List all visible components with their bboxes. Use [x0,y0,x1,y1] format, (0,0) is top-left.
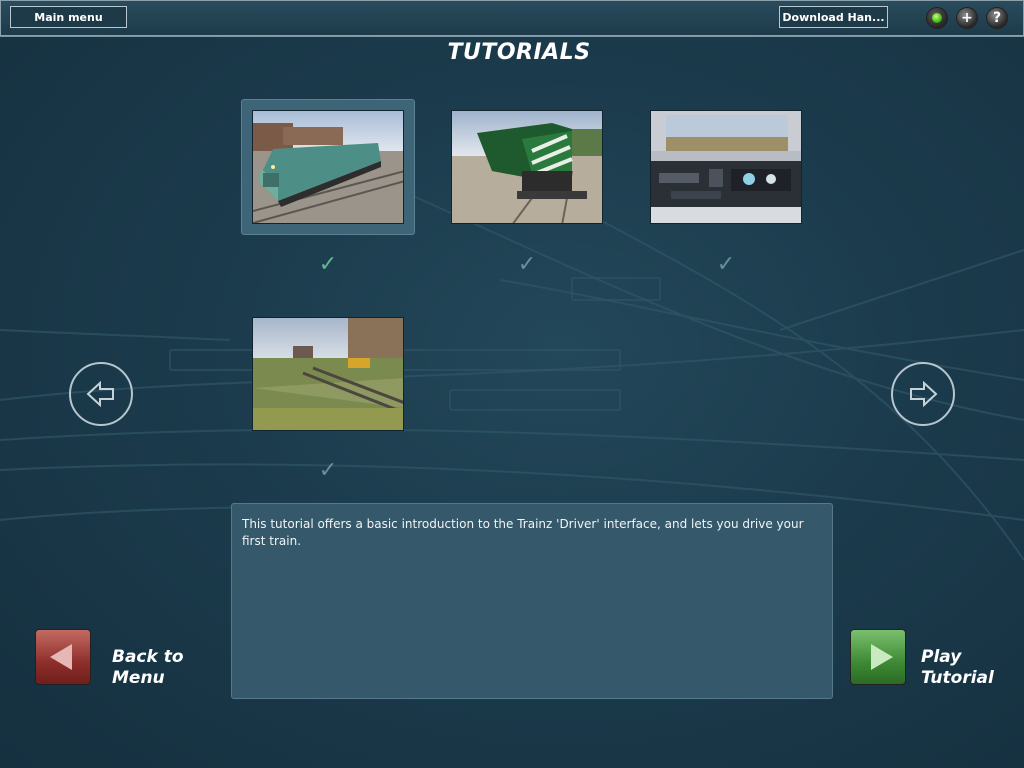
play-tutorial-label[interactable]: Play Tutorial [921,647,1011,689]
tutorial-1-complete-check: ✓ [318,252,338,277]
tutorial-thumbnail-rail-yard [252,317,404,431]
arrow-left-icon [86,381,114,407]
next-page-button[interactable] [891,362,955,426]
question-mark-icon: ? [992,10,1002,26]
tutorial-4-complete-check: ✓ [318,458,338,483]
online-status-indicator [926,7,948,29]
tutorial-description-panel: This tutorial offers a basic introductio… [231,503,833,699]
tutorial-tile-1[interactable] [241,99,415,235]
play-label-line-2: Tutorial [921,668,994,688]
previous-page-button[interactable] [69,362,133,426]
tutorial-tile-3[interactable] [650,110,802,224]
main-menu-button[interactable]: Main menu [10,6,127,28]
tutorial-3-complete-check: ✓ [716,252,736,277]
tutorial-thumbnail-cab-interior [650,110,802,224]
back-to-menu-button[interactable] [35,629,91,685]
tutorial-thumbnail-green-locomotive [451,110,603,224]
play-label-line-1: Play [921,647,962,667]
plus-icon: + [961,10,973,26]
page-title: TUTORIALS [447,40,591,65]
triangle-left-icon [50,644,72,670]
back-label-line-1: Back to [112,647,184,667]
add-button[interactable]: + [956,7,978,29]
play-tutorial-button[interactable] [850,629,906,685]
tutorial-tile-4[interactable] [252,317,404,431]
green-led-icon [932,13,942,23]
top-bar: Main menu Download Han... + ? [0,0,1024,37]
tutorial-2-complete-check: ✓ [517,252,537,277]
tutorial-description-text: This tutorial offers a basic introductio… [242,517,804,548]
download-handbook-button[interactable]: Download Han... [779,6,888,28]
back-to-menu-label[interactable]: Back to Menu [112,647,202,689]
tutorial-tile-2[interactable] [451,110,603,224]
back-label-line-2: Menu [112,668,165,688]
help-button[interactable]: ? [986,7,1008,29]
play-icon [871,644,893,670]
tutorial-thumbnail-teal-locomotive [252,110,404,224]
arrow-right-icon [910,381,938,407]
